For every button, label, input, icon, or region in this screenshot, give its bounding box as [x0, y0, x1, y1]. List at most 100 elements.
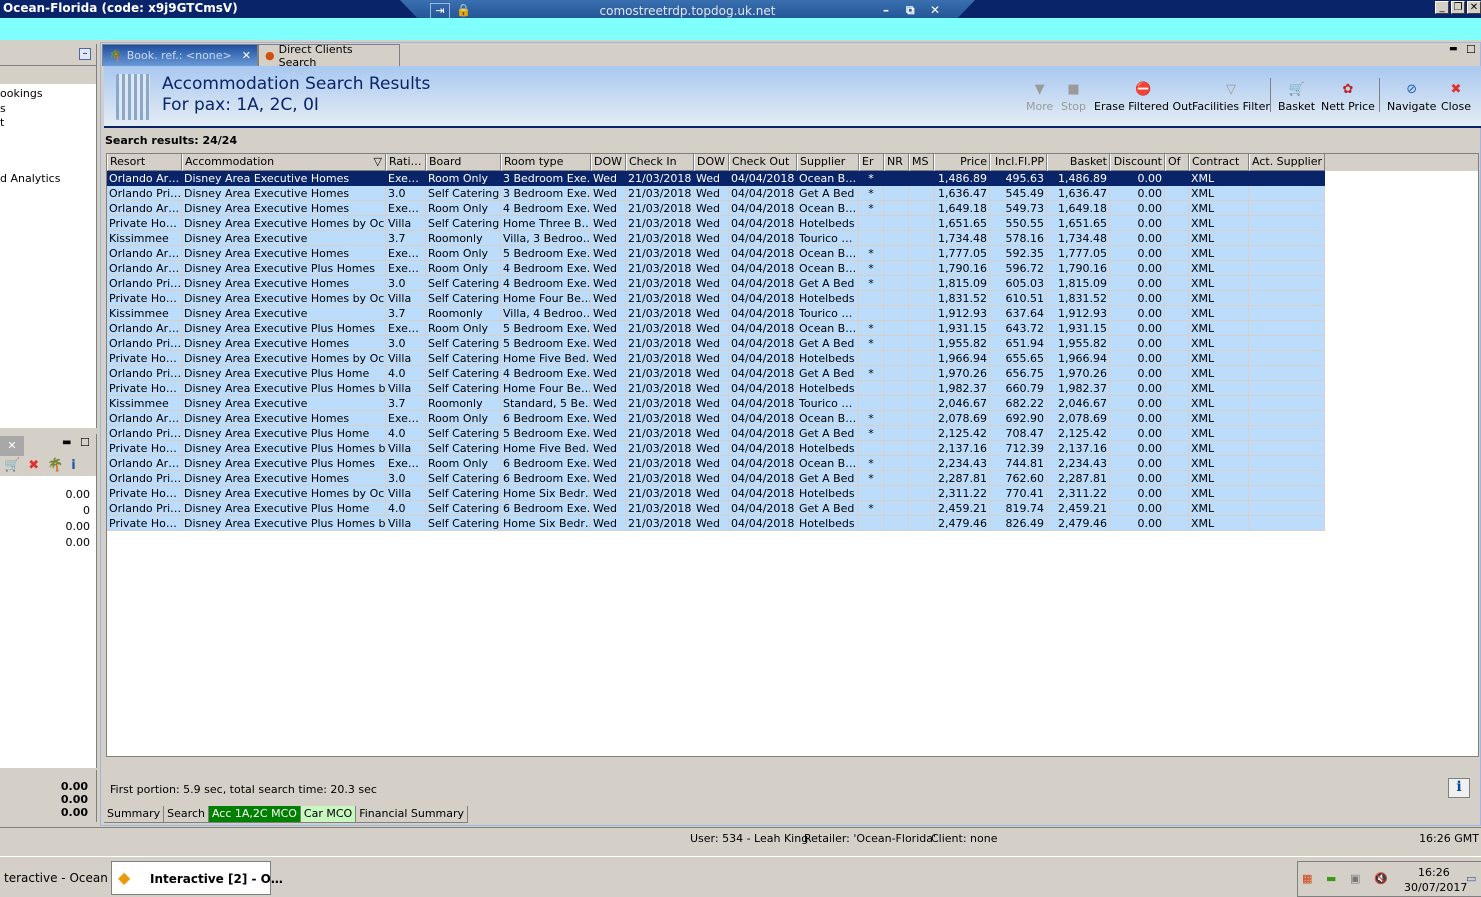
- table-row[interactable]: Private Ho… Disney Area Executive Homes b…: [107, 486, 1478, 501]
- column-header[interactable]: Er: [859, 154, 884, 171]
- table-cell: 21/03/2018: [626, 201, 694, 216]
- column-header[interactable]: Check Out: [729, 154, 797, 171]
- nav-item[interactable]: s: [0, 102, 6, 115]
- column-header[interactable]: Contract: [1189, 154, 1249, 171]
- table-cell: [1249, 201, 1325, 216]
- maximize-icon[interactable]: ☐: [1466, 43, 1476, 56]
- table-row[interactable]: Orlando Pri… Disney Area Executive Homes 3…: [107, 336, 1478, 351]
- nav-item-bookings[interactable]: ookings: [0, 87, 43, 100]
- table-row[interactable]: Orlando Pri… Disney Area Executive Plus H…: [107, 366, 1478, 381]
- table-row[interactable]: Private Ho… Disney Area Executive Homes b…: [107, 291, 1478, 306]
- table-row[interactable]: Orlando Pri… Disney Area Executive Homes 3…: [107, 276, 1478, 291]
- minimize-button[interactable]: _: [1435, 1, 1449, 14]
- totals: 0.00 0.00 0.00: [0, 770, 97, 822]
- filter-icon[interactable]: ▽: [374, 154, 382, 170]
- table-row[interactable]: Orlando Pri… Disney Area Executive Homes 3…: [107, 471, 1478, 486]
- table-row[interactable]: Orlando Ar… Disney Area Executive Homes Ex…: [107, 246, 1478, 261]
- minimize-icon[interactable]: ▬: [62, 437, 71, 448]
- results-table[interactable]: Resort Accommodation ▽ Rati… Board Room type D…: [106, 153, 1479, 757]
- network-card-icon[interactable]: ▬: [1326, 872, 1336, 885]
- column-header[interactable]: Supplier: [797, 154, 859, 171]
- table-row[interactable]: Kissimmee Disney Area Executive 3.7 Roomonl…: [107, 306, 1478, 321]
- column-header[interactable]: Incl.Fl.PP: [990, 154, 1047, 171]
- stop-button[interactable]: ■ Stop: [1061, 82, 1086, 113]
- tab-direct-clients-search[interactable]: ● Direct Clients Search: [258, 43, 400, 69]
- column-header[interactable]: Resort: [107, 154, 182, 171]
- table-row[interactable]: Orlando Ar… Disney Area Executive Homes Ex…: [107, 201, 1478, 216]
- table-row[interactable]: Orlando Pri… Disney Area Executive Plus H…: [107, 501, 1478, 516]
- close-button[interactable]: ✖ Close: [1441, 82, 1471, 113]
- table-row[interactable]: Orlando Ar… Disney Area Executive Homes Ex…: [107, 411, 1478, 426]
- facilities-filter-button[interactable]: ▽ Facilities Filter: [1192, 82, 1270, 113]
- table-row[interactable]: Kissimmee Disney Area Executive 3.7 Roomonl…: [107, 231, 1478, 246]
- close-button[interactable]: ✕: [1467, 1, 1481, 14]
- navigate-button[interactable]: ⊘ Navigate: [1387, 82, 1436, 113]
- table-row[interactable]: Private Ho… Disney Area Executive Homes b…: [107, 216, 1478, 231]
- collapse-icon[interactable]: –: [79, 48, 91, 60]
- table-row[interactable]: Orlando Ar… Disney Area Executive Plus Ho…: [107, 261, 1478, 276]
- tab-search[interactable]: Search: [164, 806, 209, 823]
- table-row[interactable]: Private Ho… Disney Area Executive Plus Ho…: [107, 441, 1478, 456]
- column-header[interactable]: Room type: [501, 154, 591, 171]
- minimize-icon[interactable]: ▬: [1449, 44, 1458, 54]
- column-header[interactable]: Act. Supplier: [1249, 154, 1325, 171]
- table-row[interactable]: Private Ho… Disney Area Executive Plus Ho…: [107, 516, 1478, 531]
- volume-muted-icon[interactable]: 🔇: [1374, 872, 1388, 885]
- basket-button[interactable]: 🛒 Basket: [1278, 82, 1315, 113]
- restore-icon[interactable]: ⧉: [906, 3, 915, 18]
- column-header[interactable]: MS: [909, 154, 934, 171]
- tab-summary[interactable]: Summary: [104, 806, 165, 823]
- tab-car-mco[interactable]: Car MCO: [300, 806, 357, 823]
- info-icon[interactable]: i: [71, 458, 75, 474]
- column-header[interactable]: Price: [934, 154, 990, 171]
- close-tab-icon[interactable]: ✕: [0, 436, 24, 456]
- table-cell: *: [859, 411, 884, 426]
- column-header[interactable]: Accommodation ▽: [182, 154, 386, 171]
- taskbar-item[interactable]: teractive - Ocean-F…: [0, 861, 108, 895]
- column-header[interactable]: Rati…: [386, 154, 426, 171]
- column-header[interactable]: DOW: [694, 154, 729, 171]
- show-desktop-icon[interactable]: ▭: [1466, 872, 1476, 885]
- computer-icon[interactable]: ▣: [1350, 872, 1360, 885]
- tab-acc-mco[interactable]: Acc 1A,2C MCO: [208, 806, 301, 823]
- erase-filtered-out-button[interactable]: ⛔ Erase Filtered Out: [1094, 82, 1192, 113]
- table-cell: Tourico …: [797, 231, 859, 246]
- column-header[interactable]: DOW: [591, 154, 626, 171]
- table-row[interactable]: Orlando Pri… Disney Area Executive Homes 3…: [107, 186, 1478, 201]
- antivirus-icon[interactable]: ▦: [1302, 872, 1312, 885]
- table-cell: Private Ho…: [107, 381, 182, 396]
- table-row[interactable]: Orlando Ar… Disney Area Executive Plus Ho…: [107, 456, 1478, 471]
- more-button[interactable]: ▼ More: [1026, 82, 1053, 113]
- minimize-icon[interactable]: –: [883, 3, 889, 17]
- restore-button[interactable]: ❐: [1451, 1, 1465, 14]
- table-cell: Wed: [591, 321, 626, 336]
- nett-price-button[interactable]: ✿ Nett Price: [1321, 82, 1375, 113]
- taskbar-item-active[interactable]: ◆ Interactive [2] - O…: [111, 861, 283, 895]
- nav-item[interactable]: t: [0, 116, 4, 129]
- tab-financial-summary[interactable]: Financial Summary: [356, 806, 469, 823]
- basket-forward-icon[interactable]: 🛒: [4, 458, 20, 474]
- palm-tree-icon[interactable]: 🌴: [47, 458, 63, 474]
- table-row[interactable]: Orlando Ar… Disney Area Executive Plus Ho…: [107, 321, 1478, 336]
- close-tab-icon[interactable]: ✕: [242, 49, 251, 62]
- pin-icon[interactable]: ⇥: [430, 3, 450, 19]
- nav-item-analytics[interactable]: d Analytics: [0, 172, 60, 185]
- table-cell: Ocean B…: [797, 411, 859, 426]
- delete-icon[interactable]: ✖: [28, 458, 39, 474]
- column-header[interactable]: NR: [884, 154, 909, 171]
- table-row[interactable]: Private Ho… Disney Area Executive Plus Ho…: [107, 381, 1478, 396]
- column-header[interactable]: Board: [426, 154, 501, 171]
- close-icon[interactable]: ✕: [930, 3, 940, 17]
- info-button[interactable]: i: [1448, 778, 1470, 798]
- table-row[interactable]: Orlando Ar… Disney Area Executive Homes Ex…: [107, 171, 1478, 186]
- tab-booking[interactable]: 🌴 Book. ref.: <none> ✕: [102, 44, 258, 66]
- column-header[interactable]: Check In: [626, 154, 694, 171]
- column-header[interactable]: Discount: [1110, 154, 1165, 171]
- table-cell: 637.64: [990, 306, 1047, 321]
- table-row[interactable]: Private Ho… Disney Area Executive Homes b…: [107, 351, 1478, 366]
- column-header[interactable]: Of: [1165, 154, 1189, 171]
- table-row[interactable]: Orlando Pri… Disney Area Executive Plus H…: [107, 426, 1478, 441]
- column-header[interactable]: Basket: [1047, 154, 1110, 171]
- maximize-icon[interactable]: ☐: [80, 436, 90, 449]
- table-row[interactable]: Kissimmee Disney Area Executive 3.7 Roomonl…: [107, 396, 1478, 411]
